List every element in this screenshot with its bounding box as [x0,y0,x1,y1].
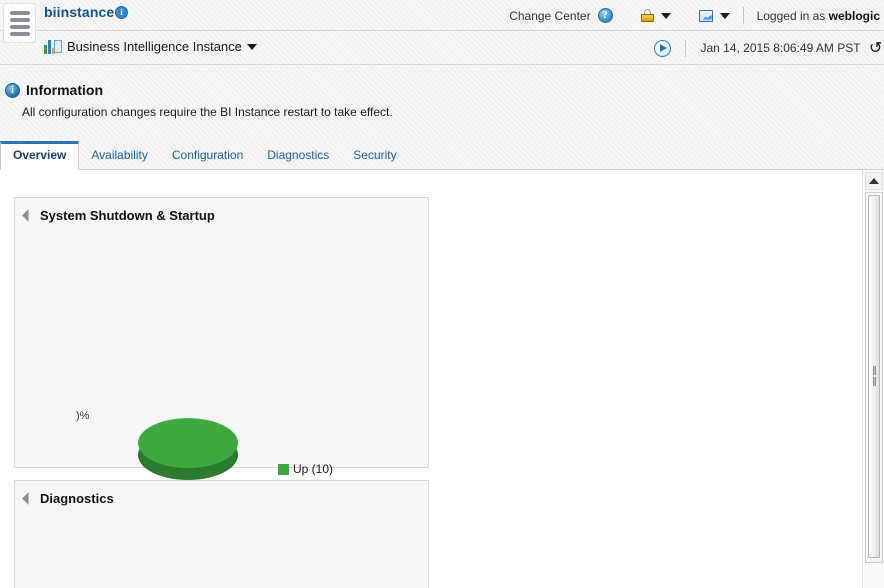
header-divider [742,7,744,24]
disclosure-triangle-icon[interactable] [22,492,35,505]
panel-header: System Shutdown & Startup [15,198,428,223]
legend-swatch-up [278,463,289,475]
page-shape [54,40,62,53]
info-icon: i [5,82,20,98]
page-title: biinstance [44,4,115,20]
tab-security[interactable]: Security [341,142,408,169]
breadcrumb-chevron-down-icon[interactable] [246,43,257,50]
logged-in-user[interactable]: weblogic [829,9,880,23]
breadcrumb[interactable]: Business Intelligence Instance [44,39,257,54]
change-center-area: Change Center ? Logged in as weblogic [509,0,884,31]
information-message: All configuration changes require the BI… [22,105,393,119]
menu-bar-1 [9,10,30,15]
refresh-icon[interactable]: ↻ [869,38,882,57]
logged-in-prefix: Logged in as [756,8,826,23]
toolbar-divider [685,39,687,57]
menu-bar-3 [9,24,30,29]
tab-availability[interactable]: Availability [79,142,159,169]
bar-blue [48,40,51,54]
disclosure-triangle-icon[interactable] [22,209,35,222]
information-header: i Information [5,82,103,98]
preferences-chevron-down-icon[interactable] [719,12,730,19]
tab-overview[interactable]: Overview [0,141,80,170]
panel-title: System Shutdown & Startup [40,208,215,223]
menu-bar-4 [9,31,30,36]
panel-title: Diagnostics [40,491,114,506]
system-components-pie-chart [138,418,238,488]
app-info-icon[interactable]: i [115,6,128,19]
pie-percent-label: )% [76,410,90,422]
bi-instance-icon [44,39,62,54]
tab-diagnostics[interactable]: Diagnostics [255,142,341,169]
padlock-body [640,14,654,22]
context-header: Business Intelligence Instance Jan 14, 2… [0,31,884,65]
information-title: Information [26,82,103,98]
tab-configuration[interactable]: Configuration [160,142,255,169]
image-preferences-icon[interactable] [698,9,713,22]
bar-green [44,45,47,54]
chart-legend: Up (10) [278,462,333,476]
panel-header: Diagnostics [15,481,428,506]
pie-top-slice-up [138,418,238,468]
vscroll-thumb[interactable]: ‖‖ [868,195,880,558]
overview-content: System Shutdown & Startup )% Up (10) Sys… [0,170,884,588]
toolbar-right: Jan 14, 2015 8:06:49 AM PST ↻ [654,31,882,65]
padlock-chevron-down-icon[interactable] [660,12,671,19]
change-center-link[interactable]: Change Center [509,9,590,23]
logged-in-label: Logged in as weblogic [757,9,880,23]
breadcrumb-label: Business Intelligence Instance [67,39,242,54]
legend-label-up: Up (10) [293,462,334,476]
information-banner: i Information All configuration changes … [0,65,884,138]
scroll-up-arrow-icon[interactable] [865,172,883,190]
page-vertical-scrollbar[interactable]: ‖‖ [862,170,884,588]
vscroll-grip: ‖‖ [869,365,880,388]
help-icon[interactable]: ? [597,8,613,23]
padlock-icon[interactable] [640,9,654,22]
bi-instance-overview-page: biinstance i Change Center ? Logged in a… [0,0,884,588]
vscroll-track[interactable]: ‖‖ [865,192,883,563]
timestamp: Jan 14, 2015 8:06:49 AM PST [700,41,861,55]
hamburger-menu-icon[interactable] [3,3,36,43]
start-targets-icon[interactable] [654,39,672,57]
tab-bar: Overview Availability Configuration Diag… [0,138,884,170]
diagnostics-panel: Diagnostics [14,480,429,588]
global-header: biinstance i Change Center ? Logged in a… [0,0,884,43]
menu-bar-2 [9,17,30,22]
